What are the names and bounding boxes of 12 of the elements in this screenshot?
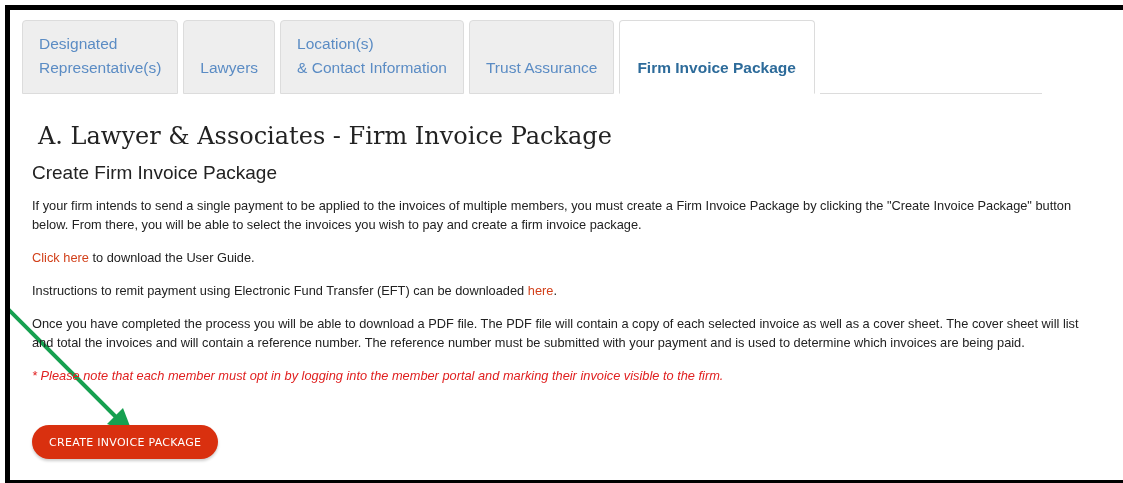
paragraph: Click here to download the User Guide. (32, 249, 256, 267)
paragraph: Instructions to remit payment using Electronic Fund Transfer (EFT) can be downloaded here. (32, 282, 558, 300)
page-heading: A. Lawyer & Associates - Firm Invoice Package (38, 122, 613, 150)
create-invoice-package-button[interactable]: CREATE INVOICE PACKAGE (32, 425, 219, 459)
tab[interactable]: Lawyers (183, 20, 276, 94)
tab[interactable]: Location(s) & Contact Information (280, 20, 464, 94)
tab[interactable]: Designated Representative(s) (22, 20, 179, 94)
tab[interactable]: Firm Invoice Package (619, 20, 815, 94)
tab[interactable]: Trust Assurance (468, 20, 615, 94)
link[interactable]: Click here (32, 250, 89, 265)
paragraph: If your firm intends to send a single payment to be applied to the invoices of multiple members, you must create a Firm Invoice Package by clicking the "Create Invoice Package" button below. From there, you will be able to select the invoices you wish to pay and create a firm invoice package. (32, 197, 1073, 234)
section-heading: Create Firm Invoice Package (32, 162, 278, 184)
